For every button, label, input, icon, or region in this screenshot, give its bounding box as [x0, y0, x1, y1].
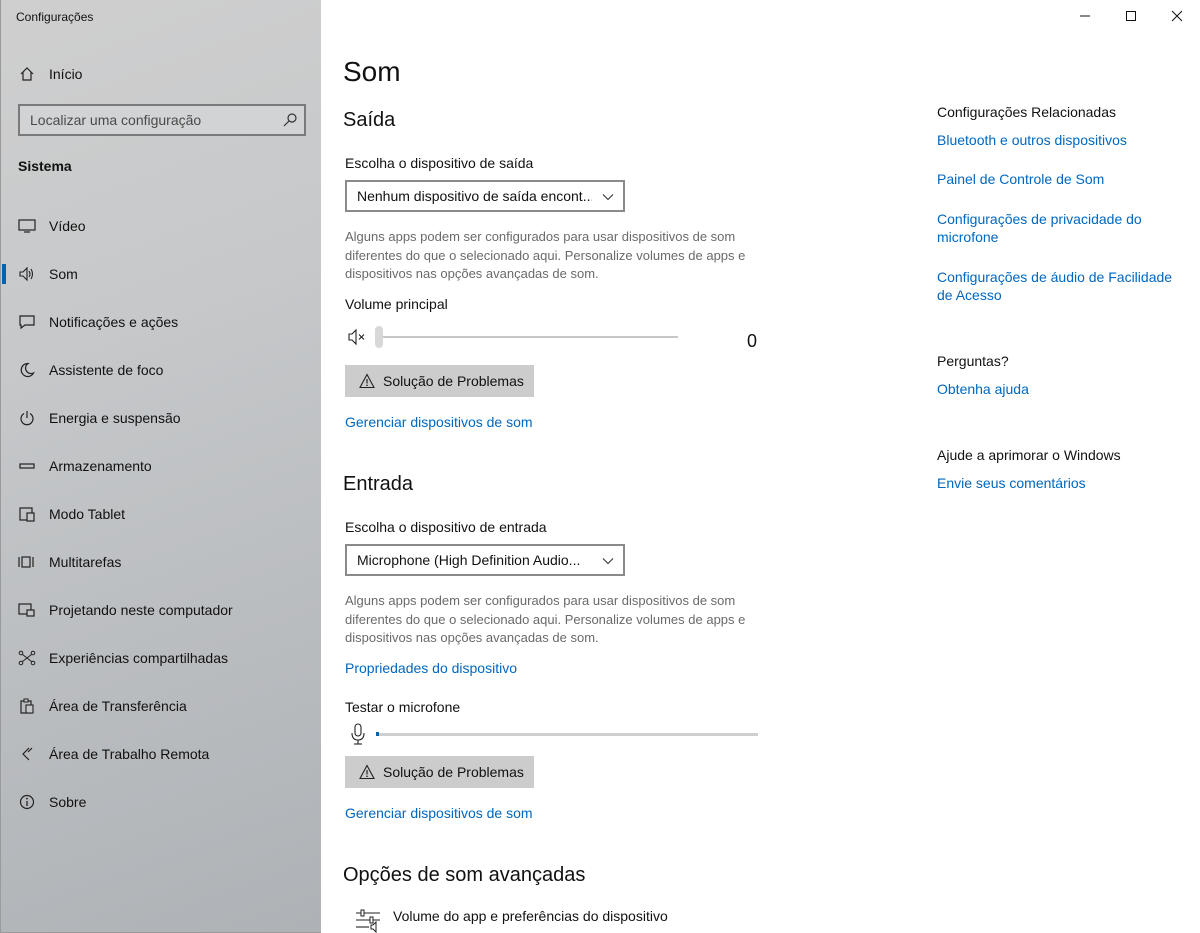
- project-icon: [17, 600, 37, 620]
- input-manage-devices-link[interactable]: Gerenciar dispositivos de som: [345, 805, 533, 821]
- section-heading: Sistema: [18, 158, 72, 174]
- volume-slider-track[interactable]: [379, 336, 678, 338]
- input-device-dropdown[interactable]: Microphone (High Definition Audio...: [345, 544, 625, 576]
- microphone-icon: [350, 723, 366, 745]
- sidebar-item-label: Notificações e ações: [49, 314, 179, 330]
- output-description: Alguns apps podem ser configurados para …: [345, 229, 746, 281]
- sidebar-item-focus[interactable]: Assistente de foco: [1, 350, 322, 390]
- related-link-mic-privacy[interactable]: Configurações de privacidade do microfon…: [937, 210, 1177, 246]
- sidebar-item-label: Som: [49, 266, 78, 282]
- tablet-icon: [17, 504, 37, 524]
- search-icon[interactable]: [282, 112, 298, 128]
- notification-icon: [17, 312, 37, 332]
- sidebar-item-video[interactable]: Vídeo: [1, 206, 322, 246]
- app-volume-item[interactable]: Volume do app e preferências do disposit…: [355, 906, 775, 933]
- output-device-dropdown[interactable]: Nenhum dispositivo de saída encont...: [345, 180, 625, 212]
- improve-heading: Ajude a aprimorar o Windows: [937, 447, 1121, 463]
- mute-icon[interactable]: [348, 328, 368, 346]
- input-troubleshoot-label: Solução de Problemas: [383, 764, 524, 780]
- warning-icon: [359, 764, 375, 780]
- sidebar-item-label: Armazenamento: [49, 458, 152, 474]
- sidebar-item-shared[interactable]: Experiências compartilhadas: [1, 638, 322, 678]
- multitask-icon: [17, 552, 37, 572]
- sidebar-item-label: Sobre: [49, 794, 87, 810]
- device-properties-link[interactable]: Propriedades do dispositivo: [345, 660, 517, 676]
- output-troubleshoot-label: Solução de Problemas: [383, 373, 524, 389]
- advanced-heading: Opções de som avançadas: [343, 864, 586, 886]
- clipboard-icon: [17, 696, 37, 716]
- mic-level-fill: [376, 732, 379, 736]
- output-heading: Saída: [343, 109, 396, 131]
- input-device-value: Microphone (High Definition Audio...: [357, 552, 581, 568]
- sidebar-item-label: Vídeo: [49, 218, 86, 234]
- main-content: Som Saída Escolha o dispositivo de saída…: [321, 0, 1200, 933]
- mic-level-meter: [376, 733, 758, 736]
- related-link-bluetooth[interactable]: Bluetooth e outros dispositivos: [937, 131, 1177, 149]
- output-device-value: Nenhum dispositivo de saída encont...: [357, 188, 592, 204]
- input-heading: Entrada: [343, 473, 414, 495]
- sidebar-item-label: Projetando neste computador: [49, 602, 233, 618]
- sidebar-item-label: Assistente de foco: [49, 362, 164, 378]
- volume-label: Volume principal: [345, 296, 448, 312]
- app-volume-label: Volume do app e preferências do disposit…: [393, 908, 668, 924]
- sidebar-item-power[interactable]: Energia e suspensão: [1, 398, 322, 438]
- sidebar-item-label: Modo Tablet: [49, 506, 126, 522]
- speaker-icon: [17, 264, 37, 284]
- related-heading: Configurações Relacionadas: [937, 104, 1116, 120]
- sidebar-item-multitask[interactable]: Multitarefas: [1, 542, 322, 582]
- sidebar-item-label: Área de Transferência: [49, 698, 187, 714]
- sliders-icon: [355, 909, 381, 933]
- remote-icon: [17, 744, 37, 764]
- page-title: Som: [343, 56, 401, 87]
- volume-slider-thumb[interactable]: [375, 326, 383, 348]
- home-icon: [17, 64, 37, 84]
- warning-icon: [359, 373, 375, 389]
- nav-home[interactable]: Início: [1, 54, 322, 94]
- input-troubleshoot-button[interactable]: Solução de Problemas: [345, 756, 534, 788]
- output-manage-devices-link[interactable]: Gerenciar dispositivos de som: [345, 414, 533, 430]
- app-title: Configurações: [16, 10, 94, 24]
- sidebar-item-label: Área de Trabalho Remota: [49, 746, 210, 762]
- sidebar-item-label: Energia e suspensão: [49, 410, 181, 426]
- search-placeholder: Localizar uma configuração: [30, 112, 202, 128]
- sidebar-item-tablet[interactable]: Modo Tablet: [1, 494, 322, 534]
- sidebar-item-about[interactable]: Sobre: [1, 782, 322, 822]
- search-input[interactable]: Localizar uma configuração: [18, 104, 306, 136]
- info-icon: [17, 792, 37, 812]
- sidebar-item-remote[interactable]: Área de Trabalho Remota: [1, 734, 322, 774]
- get-help-link[interactable]: Obtenha ajuda: [937, 380, 1029, 398]
- sidebar-item-projecting[interactable]: Projetando neste computador: [1, 590, 322, 630]
- related-link-sound-control-panel[interactable]: Painel de Controle de Som: [937, 170, 1177, 188]
- sidebar-item-storage[interactable]: Armazenamento: [1, 446, 322, 486]
- sidebar-item-label: Multitarefas: [49, 554, 122, 570]
- sidebar-item-notifications[interactable]: Notificações e ações: [1, 302, 322, 342]
- output-troubleshoot-button[interactable]: Solução de Problemas: [345, 365, 534, 397]
- power-icon: [17, 408, 37, 428]
- input-device-label: Escolha o dispositivo de entrada: [345, 519, 547, 535]
- shared-icon: [17, 648, 37, 668]
- output-device-label: Escolha o dispositivo de saída: [345, 155, 534, 171]
- sidebar-item-label: Experiências compartilhadas: [49, 650, 228, 666]
- chevron-down-icon: [601, 554, 615, 568]
- storage-icon: [17, 456, 37, 476]
- input-description: Alguns apps podem ser configurados para …: [345, 593, 746, 645]
- sidebar-item-sound[interactable]: Som: [1, 254, 322, 294]
- chevron-down-icon: [601, 190, 615, 204]
- nav-home-label: Início: [49, 66, 83, 82]
- feedback-link[interactable]: Envie seus comentários: [937, 474, 1086, 492]
- monitor-icon: [17, 216, 37, 236]
- sidebar-item-clipboard[interactable]: Área de Transferência: [1, 686, 322, 726]
- moon-icon: [17, 360, 37, 380]
- questions-heading: Perguntas?: [937, 353, 1009, 369]
- mic-test-label: Testar o microfone: [345, 699, 461, 715]
- related-link-ease-of-access-audio[interactable]: Configurações de áudio de Facilidade de …: [937, 268, 1182, 304]
- volume-value: 0: [747, 331, 758, 351]
- sidebar: Configurações Início Localizar uma confi…: [0, 0, 321, 933]
